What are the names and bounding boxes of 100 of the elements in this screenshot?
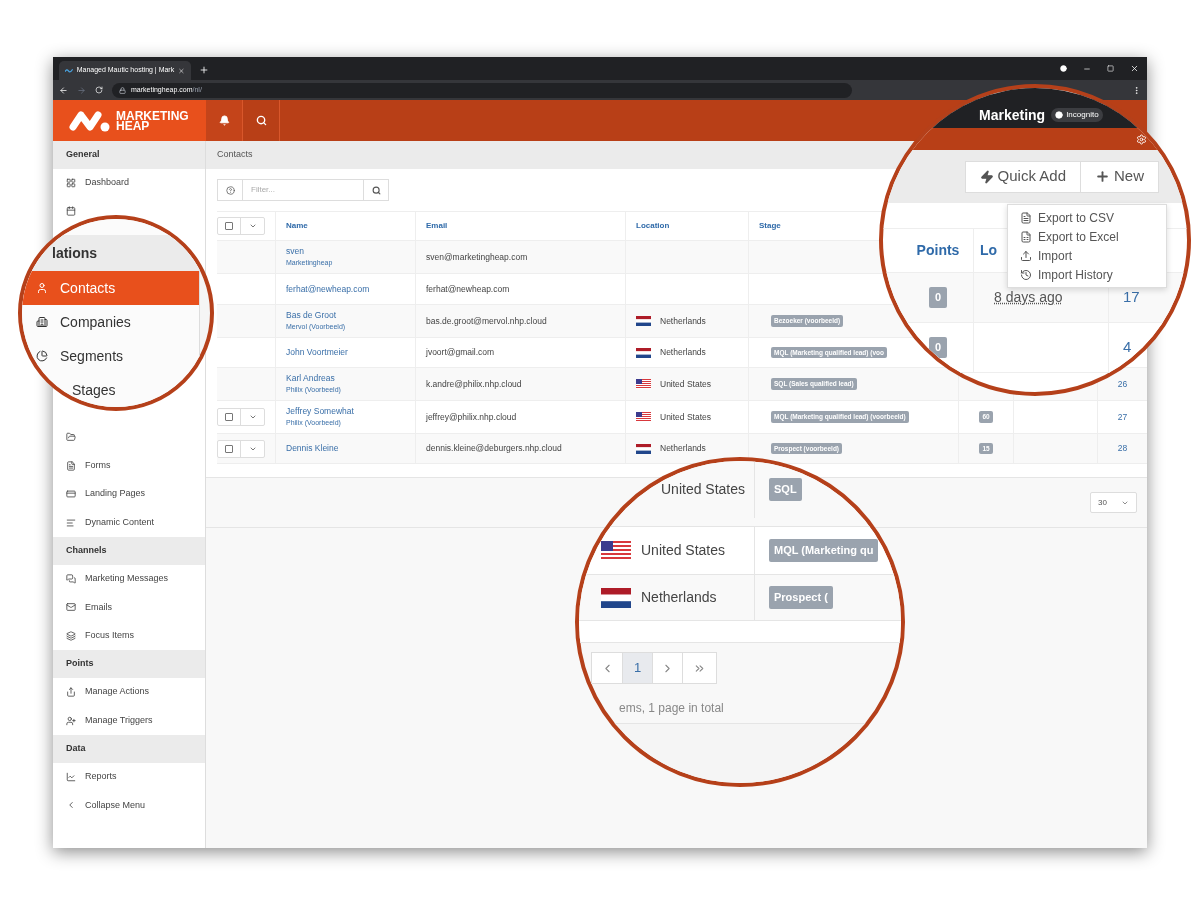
stage-badge: Prospect ( <box>769 586 833 609</box>
id-link[interactable]: 4 <box>1123 336 1132 359</box>
netherlands-flag-icon <box>636 443 651 454</box>
breadcrumb: Contacts <box>217 148 253 162</box>
table-cell: k.andre@philix.nhp.cloud <box>426 377 522 391</box>
table-cell: United States <box>660 377 712 391</box>
sidebar-item[interactable]: Marketing Messages <box>53 564 205 594</box>
logo-text: MARKETING <box>116 110 189 121</box>
envelope-icon <box>66 602 76 613</box>
new-button[interactable]: New <box>1080 161 1158 192</box>
incognito-badge: Incognito <box>1051 108 1103 122</box>
sidebar-item[interactable]: Forms <box>53 451 205 480</box>
select-all-control[interactable] <box>217 217 265 235</box>
column-header[interactable]: Location <box>636 220 670 232</box>
sidebar-item[interactable]: Emails <box>53 593 205 622</box>
contact-name-link[interactable]: sven <box>286 245 405 259</box>
sidebar-item[interactable]: Segments <box>22 339 199 373</box>
menu-item[interactable]: Export to CSV <box>1008 208 1166 227</box>
maximize-icon[interactable] <box>1107 65 1114 72</box>
sidebar-item[interactable]: Dynamic Content <box>53 508 205 538</box>
column-header[interactable]: Lo <box>980 240 998 261</box>
circle-icon[interactable] <box>1060 65 1067 72</box>
sidebar-item[interactable]: Landing Pages <box>53 479 205 509</box>
user-icon <box>36 282 48 294</box>
sidebar-item[interactable]: Reports <box>53 762 205 792</box>
table-cell: jeffrey@philix.nhp.cloud <box>426 410 517 424</box>
close-icon[interactable] <box>1130 64 1139 73</box>
spreadsheet-icon <box>1020 230 1032 243</box>
wave-logo-icon <box>65 68 73 73</box>
contact-name-link[interactable]: Dennis Kleine <box>286 442 405 455</box>
text-lines-icon <box>66 517 76 528</box>
points-badge: 0 <box>928 287 948 308</box>
menu-item[interactable]: Import <box>1008 246 1166 265</box>
sidebar-item[interactable]: Stages <box>22 373 199 407</box>
caret-icon[interactable] <box>248 222 257 230</box>
menu-item[interactable]: Export to Excel <box>1008 227 1166 246</box>
plus-icon <box>1095 169 1110 184</box>
netherlands-flag-icon <box>636 347 651 358</box>
lock-icon <box>119 86 126 94</box>
id-link[interactable]: 17 <box>1123 286 1140 309</box>
page-button[interactable]: 1 <box>622 653 652 683</box>
window-title: Marketing <box>979 108 1046 122</box>
new-tab-icon[interactable] <box>199 65 209 75</box>
building-icon <box>36 316 48 328</box>
settings-icon[interactable] <box>1136 133 1147 145</box>
netherlands-flag-icon <box>636 316 651 326</box>
folder-icon[interactable] <box>66 432 76 442</box>
last-active-text: 8 days ago <box>994 288 1063 307</box>
id-link[interactable]: 28 <box>1117 442 1128 455</box>
messages-icon <box>66 573 76 584</box>
pagination-summary: ems, 1 page in total <box>619 700 724 717</box>
column-header[interactable]: Email <box>426 220 448 232</box>
sidebar-section-header: lations <box>52 243 98 263</box>
quick-add-button[interactable]: Quick Add <box>965 161 1080 192</box>
sidebar-item[interactable]: Dashboard <box>53 168 205 198</box>
netherlands-flag-icon <box>601 587 631 608</box>
stage-badge: SQL <box>769 478 802 501</box>
search-icon <box>255 115 267 126</box>
back-icon[interactable] <box>59 85 68 95</box>
contact-name-link[interactable]: ferhat@newheap.com <box>286 282 405 296</box>
notifications-button[interactable] <box>206 100 243 141</box>
caret-icon[interactable] <box>248 413 257 421</box>
table-cell: ferhat@newheap.com <box>426 282 510 296</box>
table-cell-text: United States <box>641 541 726 560</box>
sidebar-item[interactable]: Focus Items <box>53 621 205 651</box>
form-icon <box>66 460 76 471</box>
sidebar-section-header: Points <box>53 650 205 678</box>
us-flag-icon <box>636 379 651 389</box>
contact-name-link[interactable]: John Voortmeier <box>286 346 405 359</box>
contact-name-link[interactable]: Bas de Groot <box>286 309 405 323</box>
reload-icon[interactable] <box>95 86 103 94</box>
column-header[interactable]: Points <box>916 240 960 261</box>
sidebar-section-header: Data <box>53 735 205 763</box>
help-button[interactable] <box>217 179 243 201</box>
chevron-left-icon <box>66 800 76 811</box>
sidebar-item[interactable]: Collapse Menu <box>53 791 205 820</box>
column-header[interactable]: Stage <box>759 220 781 232</box>
table-cell: Netherlands <box>660 314 706 328</box>
sidebar-item[interactable]: Companies <box>22 305 199 339</box>
sidebar-item[interactable]: Contacts <box>22 271 199 305</box>
kebab-menu-icon[interactable] <box>1132 85 1141 95</box>
id-link[interactable]: 26 <box>1117 377 1128 391</box>
history-icon <box>1020 268 1032 281</box>
grid-icon <box>66 177 76 188</box>
contact-name-link[interactable]: Jeffrey Somewhat <box>286 405 405 419</box>
filter-field[interactable]: Filter... <box>243 179 363 201</box>
table-cell: United States <box>660 410 712 424</box>
per-page-select[interactable]: 30 <box>1090 492 1137 513</box>
logo[interactable]: MARKETING HEAP <box>53 100 206 141</box>
table-cell: sven@marketingheap.com <box>426 250 528 264</box>
id-link[interactable]: 27 <box>1117 410 1128 424</box>
column-header[interactable]: Name <box>286 220 308 232</box>
table-cell: bas.de.groot@mervol.nhp.cloud <box>426 314 547 328</box>
help-icon <box>225 185 235 195</box>
table-cell-text: Netherlands <box>641 588 717 607</box>
menu-item[interactable]: Import History <box>1008 265 1166 284</box>
contact-name-link[interactable]: Karl Andreas <box>286 372 405 386</box>
calendar-icon[interactable] <box>66 206 76 217</box>
sidebar-item[interactable]: Manage Actions <box>53 677 205 707</box>
sidebar-item[interactable]: Manage Triggers <box>53 706 205 736</box>
